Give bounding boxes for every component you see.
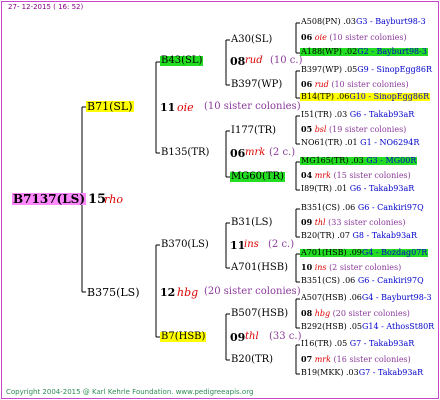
report-date: 27- 12-2015 ( 16: 52) xyxy=(8,3,84,11)
g4-row-1: 06 oie (10 sister colonies) xyxy=(301,32,407,42)
g2-b-queen-id[interactable]: B135(TR) xyxy=(160,148,210,158)
g2-c-sister-colonies: (2 c.) xyxy=(268,239,295,250)
g2-a-queen-id[interactable]: B43(SL) xyxy=(160,56,204,66)
g4-row-14[interactable]: B20(TR) .07 G8 - Takab93aR xyxy=(300,232,418,240)
g2-b-species: mrk xyxy=(245,147,266,158)
sire-generation: 11 xyxy=(160,101,176,114)
g3-d2-queen-id[interactable]: B20(TR) xyxy=(230,355,274,365)
g2-b-sister-colonies: (2 c.) xyxy=(269,147,296,158)
g3-a1-queen-id[interactable]: A30(SL) xyxy=(230,35,273,45)
g2-c-species: ins xyxy=(244,239,259,250)
g2-a-sister-colonies: (10 c.) xyxy=(270,55,303,66)
g3-b2-queen-id[interactable]: MG60(TR) xyxy=(230,172,285,182)
g4-row-3[interactable]: B397(WP) .05G9 - SinopEgg86R xyxy=(300,66,433,74)
dam-generation: 12 xyxy=(160,286,176,299)
g4-row-5[interactable]: B14(TP) .06G10 - SinopEgg86R xyxy=(300,93,431,101)
g2-d-species: thl xyxy=(245,331,259,342)
g3-c1-queen-id[interactable]: B31(LS) xyxy=(230,218,273,228)
g2-b-generation: 06 xyxy=(230,147,246,160)
g4-row-19: 08 hbg (20 sister colonies) xyxy=(301,308,410,318)
g4-row-23[interactable]: B19(MKK) .03G7 - Takab93aR xyxy=(300,369,424,377)
g3-b1-queen-id[interactable]: I177(TR) xyxy=(230,126,277,136)
g2-d-sister-colonies: (33 c.) xyxy=(269,331,302,342)
g4-row-4: 06 rud (10 sister colonies) xyxy=(301,79,409,89)
sire-species: oie xyxy=(177,101,194,114)
g4-row-6[interactable]: I51(TR) .03 G6 - Takab93aR xyxy=(300,111,415,119)
g4-row-7: 05 bsl (19 sister colonies) xyxy=(301,124,407,134)
g4-row-2[interactable]: A188(WP) .02G2 - Bayburt98-3 xyxy=(300,48,428,56)
dam-queen-id[interactable]: B375(LS) xyxy=(86,287,141,298)
g2-a-generation: 08 xyxy=(230,55,246,68)
g3-d1-queen-id[interactable]: B507(HSB) xyxy=(230,309,289,319)
g4-row-10: 04 mrk (15 sister colonies) xyxy=(301,170,411,180)
g2-a-species: rud xyxy=(245,55,263,66)
g4-row-17[interactable]: B351(CS) .06 G6 - Cankiri97Q xyxy=(300,277,425,285)
g3-a2-queen-id[interactable]: B397(WP) xyxy=(230,80,283,90)
g4-row-15[interactable]: A701(HSB) .09G4 - Bozdag07R xyxy=(300,249,429,257)
g4-row-8[interactable]: NO61(TR) .01 G1 - NO6294R xyxy=(300,139,420,147)
g4-row-16: 10 ins (2 sister colonies) xyxy=(301,262,402,272)
sire-queen-id[interactable]: B71(SL) xyxy=(86,101,134,112)
dam-sister-colonies: (20 sister colonies) xyxy=(204,286,301,297)
g2-d-generation: 09 xyxy=(230,331,246,344)
dam-species: hbg xyxy=(177,286,199,299)
g4-row-21[interactable]: I16(TR) .05 G7 - Takab93aR xyxy=(300,340,415,348)
g4-row-12[interactable]: B351(CS) .06 G6 - Cankiri97Q xyxy=(300,204,425,212)
sire-sister-colonies: (10 sister colonies) xyxy=(204,101,301,112)
g4-row-18[interactable]: A507(HSB) .06G4 - Bayburt98-3 xyxy=(300,294,433,302)
g4-row-13: 09 thl (33 sister colonies) xyxy=(301,217,406,227)
root-species: rho xyxy=(104,193,123,206)
g4-row-9[interactable]: MG165(TR) .03 G3 - MG00R xyxy=(300,157,418,165)
g4-row-22: 07 mrk (16 sister colonies) xyxy=(301,354,411,364)
g3-c2-queen-id[interactable]: A701(HSB) xyxy=(230,263,289,273)
g4-row-20[interactable]: B292(HSB) .05G14 - AthosSt80R xyxy=(300,323,435,331)
g4-row-0[interactable]: A508(PN) .03G3 - Bayburt98-3 xyxy=(300,18,427,26)
g4-row-11[interactable]: I89(TR) .01 G6 - Takab93aR xyxy=(300,185,415,193)
copyright-footer[interactable]: Copyright 2004-2015 @ Karl Kehrle Founda… xyxy=(6,389,253,396)
g2-d-queen-id[interactable]: B7(HSB) xyxy=(160,332,207,342)
g2-c-queen-id[interactable]: B370(LS) xyxy=(160,240,210,250)
root-queen-id[interactable]: B7137(LS) xyxy=(12,193,86,205)
